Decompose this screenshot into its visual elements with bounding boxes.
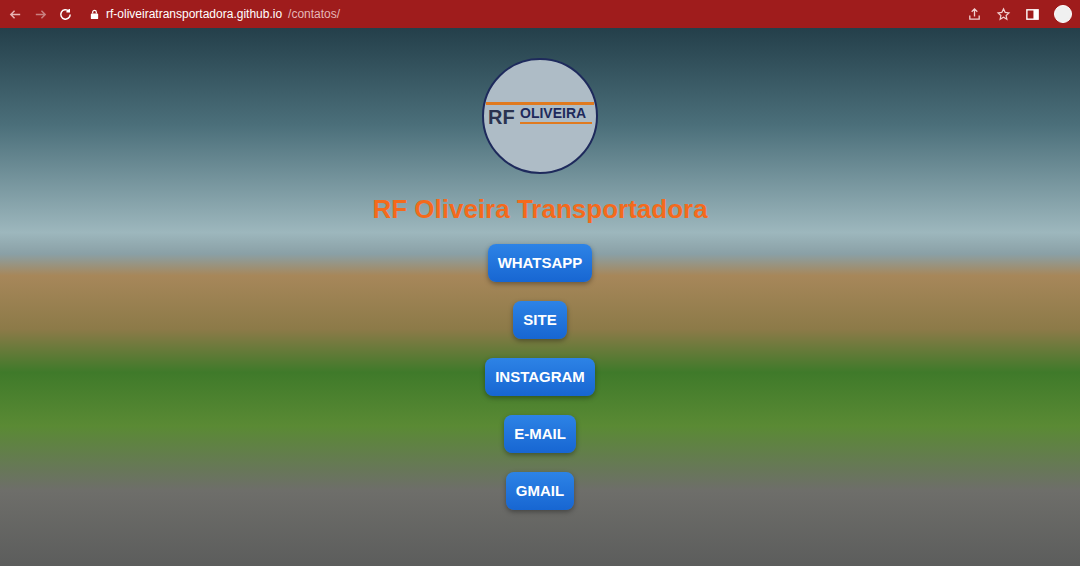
profile-avatar-icon[interactable] (1054, 5, 1072, 23)
back-arrow-icon[interactable] (8, 7, 23, 22)
lock-icon (89, 9, 100, 20)
url-host: rf-oliveiratransportadora.github.io (106, 7, 282, 21)
forward-arrow-icon[interactable] (33, 7, 48, 22)
sidebar-icon[interactable] (1025, 7, 1040, 22)
page-title: RF Oliveira Transportadora (372, 194, 707, 224)
contacts-page: RF OLIVEIRA RF Oliveira Transportadora WHAT… (0, 28, 1080, 566)
address-bar[interactable]: rf-oliveiratransportadora.github.io/cont… (89, 7, 957, 21)
reload-icon[interactable] (58, 7, 73, 22)
browser-toolbar: rf-oliveiratransportadora.github.io/cont… (0, 0, 1080, 28)
svg-text:RF: RF (488, 106, 515, 128)
svg-text:OLIVEIRA: OLIVEIRA (520, 105, 586, 121)
contact-button[interactable]: SITE (513, 301, 566, 339)
star-icon[interactable] (996, 7, 1011, 22)
contact-button[interactable]: INSTAGRAM (485, 358, 595, 396)
contact-button[interactable]: GMAIL (506, 472, 574, 510)
browser-window: rf-oliveiratransportadora.github.io/cont… (0, 0, 1080, 566)
company-logo: RF OLIVEIRA (482, 58, 598, 174)
contact-button[interactable]: E-MAIL (504, 415, 576, 453)
contact-links: WHATSAPP SITE INSTAGRAM E-MAIL GMAIL (485, 244, 595, 510)
url-path: /contatos/ (288, 7, 340, 21)
contact-button[interactable]: WHATSAPP (488, 244, 593, 282)
share-icon[interactable] (967, 7, 982, 22)
